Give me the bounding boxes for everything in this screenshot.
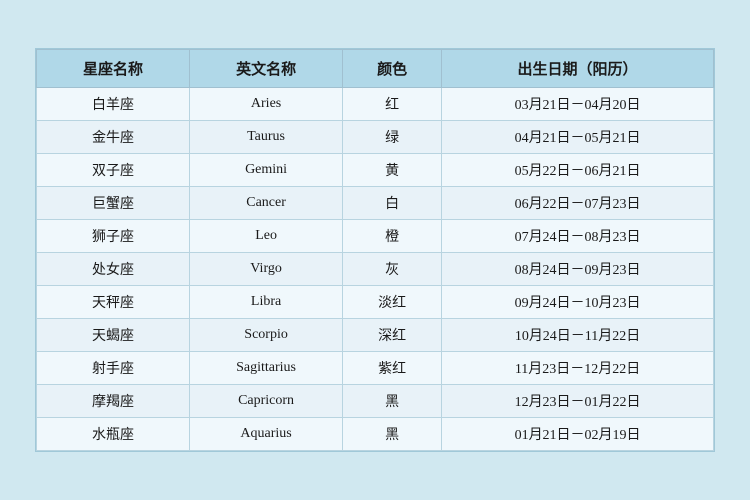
cell-chinese-name: 水瓶座 xyxy=(37,418,190,451)
cell-english-name: Cancer xyxy=(190,187,343,220)
cell-english-name: Aquarius xyxy=(190,418,343,451)
cell-chinese-name: 金牛座 xyxy=(37,121,190,154)
cell-english-name: Libra xyxy=(190,286,343,319)
cell-dates: 09月24日－10月23日 xyxy=(442,286,714,319)
cell-color: 紫红 xyxy=(343,352,442,385)
table-row: 天蝎座Scorpio深红10月24日－11月22日 xyxy=(37,319,714,352)
cell-color: 绿 xyxy=(343,121,442,154)
table-header-row: 星座名称 英文名称 颜色 出生日期（阳历） xyxy=(37,50,714,88)
table-row: 天秤座Libra淡红09月24日－10月23日 xyxy=(37,286,714,319)
cell-dates: 07月24日－08月23日 xyxy=(442,220,714,253)
header-english-name: 英文名称 xyxy=(190,50,343,88)
table-row: 水瓶座Aquarius黑01月21日－02月19日 xyxy=(37,418,714,451)
table-row: 狮子座Leo橙07月24日－08月23日 xyxy=(37,220,714,253)
cell-english-name: Taurus xyxy=(190,121,343,154)
cell-dates: 08月24日－09月23日 xyxy=(442,253,714,286)
cell-chinese-name: 白羊座 xyxy=(37,88,190,121)
cell-color: 深红 xyxy=(343,319,442,352)
cell-dates: 05月22日－06月21日 xyxy=(442,154,714,187)
cell-dates: 11月23日－12月22日 xyxy=(442,352,714,385)
cell-dates: 01月21日－02月19日 xyxy=(442,418,714,451)
cell-chinese-name: 处女座 xyxy=(37,253,190,286)
cell-color: 灰 xyxy=(343,253,442,286)
cell-color: 白 xyxy=(343,187,442,220)
cell-chinese-name: 摩羯座 xyxy=(37,385,190,418)
header-chinese-name: 星座名称 xyxy=(37,50,190,88)
cell-english-name: Sagittarius xyxy=(190,352,343,385)
table-row: 白羊座Aries红03月21日－04月20日 xyxy=(37,88,714,121)
cell-english-name: Leo xyxy=(190,220,343,253)
table-row: 双子座Gemini黄05月22日－06月21日 xyxy=(37,154,714,187)
cell-dates: 03月21日－04月20日 xyxy=(442,88,714,121)
table-row: 巨蟹座Cancer白06月22日－07月23日 xyxy=(37,187,714,220)
table-body: 白羊座Aries红03月21日－04月20日金牛座Taurus绿04月21日－0… xyxy=(37,88,714,451)
header-color: 颜色 xyxy=(343,50,442,88)
cell-chinese-name: 射手座 xyxy=(37,352,190,385)
cell-color: 黑 xyxy=(343,418,442,451)
cell-color: 黑 xyxy=(343,385,442,418)
cell-chinese-name: 天蝎座 xyxy=(37,319,190,352)
header-dates: 出生日期（阳历） xyxy=(442,50,714,88)
cell-english-name: Aries xyxy=(190,88,343,121)
cell-english-name: Virgo xyxy=(190,253,343,286)
zodiac-table: 星座名称 英文名称 颜色 出生日期（阳历） 白羊座Aries红03月21日－04… xyxy=(36,49,714,451)
cell-chinese-name: 巨蟹座 xyxy=(37,187,190,220)
cell-color: 橙 xyxy=(343,220,442,253)
cell-chinese-name: 天秤座 xyxy=(37,286,190,319)
cell-chinese-name: 双子座 xyxy=(37,154,190,187)
cell-dates: 12月23日－01月22日 xyxy=(442,385,714,418)
table-row: 处女座Virgo灰08月24日－09月23日 xyxy=(37,253,714,286)
cell-color: 淡红 xyxy=(343,286,442,319)
cell-english-name: Capricorn xyxy=(190,385,343,418)
cell-english-name: Gemini xyxy=(190,154,343,187)
cell-color: 红 xyxy=(343,88,442,121)
zodiac-table-container: 星座名称 英文名称 颜色 出生日期（阳历） 白羊座Aries红03月21日－04… xyxy=(35,48,715,452)
cell-dates: 06月22日－07月23日 xyxy=(442,187,714,220)
cell-dates: 04月21日－05月21日 xyxy=(442,121,714,154)
table-row: 金牛座Taurus绿04月21日－05月21日 xyxy=(37,121,714,154)
cell-color: 黄 xyxy=(343,154,442,187)
cell-dates: 10月24日－11月22日 xyxy=(442,319,714,352)
table-row: 摩羯座Capricorn黑12月23日－01月22日 xyxy=(37,385,714,418)
table-row: 射手座Sagittarius紫红11月23日－12月22日 xyxy=(37,352,714,385)
cell-chinese-name: 狮子座 xyxy=(37,220,190,253)
cell-english-name: Scorpio xyxy=(190,319,343,352)
